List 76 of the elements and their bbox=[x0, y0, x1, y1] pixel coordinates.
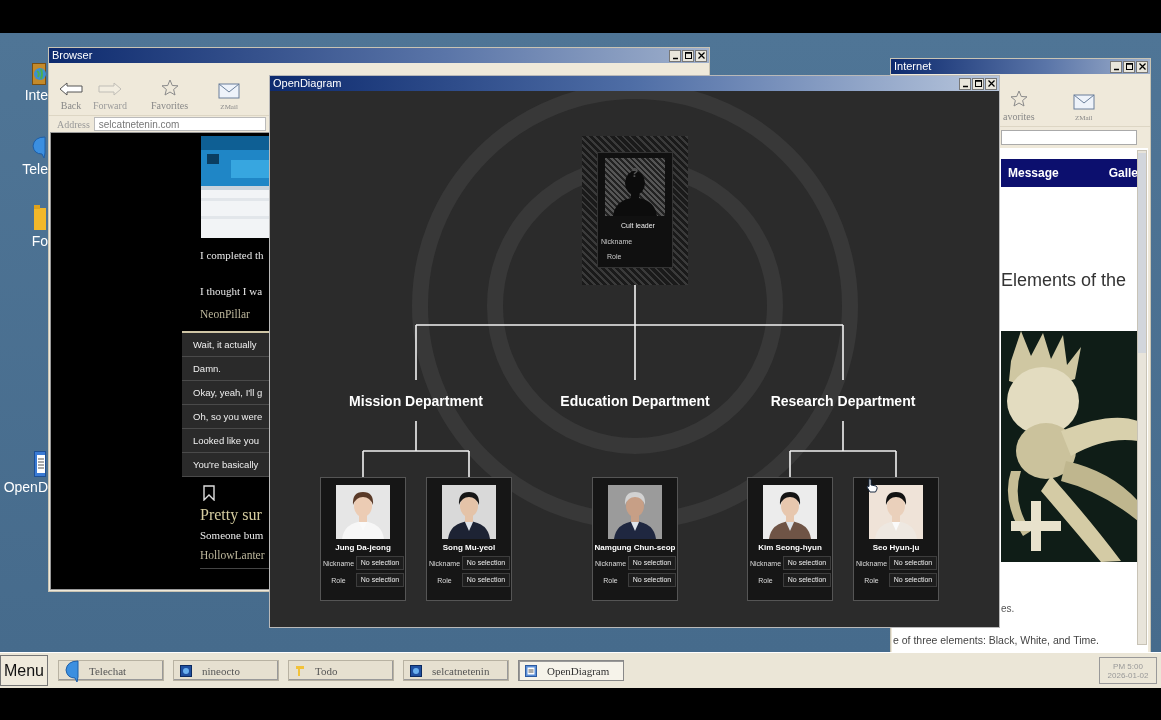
comment-row[interactable]: Oh, so you were bbox=[182, 405, 269, 429]
minimize-button[interactable] bbox=[1110, 60, 1122, 73]
star-icon bbox=[1009, 90, 1028, 107]
maximize-button[interactable] bbox=[1123, 60, 1135, 73]
author-name[interactable]: NeonPillar bbox=[200, 307, 269, 321]
taskbar-button[interactable]: nineocto bbox=[173, 660, 279, 681]
silhouette-icon bbox=[613, 168, 657, 216]
taskbar-button[interactable]: Telechat bbox=[58, 660, 164, 681]
app-icon bbox=[410, 664, 422, 677]
star-icon bbox=[160, 79, 179, 96]
comment-row[interactable]: Okay, yeah, I'll g bbox=[182, 381, 269, 405]
speech-bubble-icon bbox=[32, 135, 46, 159]
caption-text: es. bbox=[1001, 603, 1016, 614]
comment-row[interactable]: Wait, it actually bbox=[182, 333, 269, 357]
person-name: Jung Da-jeong bbox=[335, 543, 391, 553]
maximize-button[interactable] bbox=[682, 49, 694, 62]
icon-label[interactable]: Inte bbox=[24, 87, 48, 103]
comment-row[interactable]: You're basically bbox=[182, 453, 269, 477]
nav-link[interactable]: Galle bbox=[1108, 166, 1138, 180]
maximize-icon bbox=[1124, 62, 1134, 71]
scrollbar[interactable] bbox=[1137, 150, 1147, 645]
window-title: OpenDiagram bbox=[273, 77, 342, 90]
menu-button[interactable]: Menu bbox=[0, 655, 48, 686]
article-heading: Elements of the bbox=[1001, 269, 1128, 291]
globe-icon bbox=[32, 63, 46, 85]
department-label: Education Department bbox=[560, 392, 710, 410]
clock-date: 2026-01-02 bbox=[1107, 670, 1149, 680]
maximize-icon bbox=[683, 51, 693, 60]
document-icon bbox=[34, 451, 46, 477]
person-name: Seo Hyun-ju bbox=[872, 543, 920, 553]
close-button[interactable] bbox=[695, 49, 707, 62]
taskbar-button[interactable]: OpenDiagram bbox=[518, 660, 624, 681]
minimize-button[interactable] bbox=[959, 77, 971, 90]
document-icon bbox=[525, 664, 537, 677]
back-arrow-icon bbox=[59, 82, 83, 96]
post-title[interactable]: Pretty sur bbox=[200, 505, 269, 525]
comment-row[interactable]: Damn. bbox=[182, 357, 269, 381]
note-icon bbox=[295, 664, 305, 677]
body-text: e of three elements: Black, White, and Time. bbox=[892, 634, 1100, 648]
post-text: I completed th bbox=[200, 248, 265, 262]
taskbar-button[interactable]: Todo bbox=[288, 660, 394, 681]
minimize-button[interactable] bbox=[669, 49, 681, 62]
close-icon bbox=[1137, 62, 1147, 71]
icon-label[interactable]: Tele bbox=[22, 161, 48, 177]
folder-icon bbox=[34, 205, 46, 231]
icon-label[interactable]: OpenD bbox=[3, 479, 48, 495]
person-name: Song Mu-yeol bbox=[442, 543, 496, 553]
envelope-icon bbox=[218, 83, 241, 99]
envelope-icon bbox=[1072, 94, 1095, 110]
nav-link[interactable]: Message bbox=[1008, 166, 1059, 180]
post-text: Someone bum bbox=[200, 528, 265, 542]
address-field[interactable] bbox=[1001, 130, 1137, 145]
taskbar-button[interactable]: selcatnetenin bbox=[403, 660, 509, 681]
window-title: Internet bbox=[894, 60, 932, 73]
address-label: Address bbox=[57, 118, 90, 130]
window-title: Browser bbox=[52, 49, 93, 62]
close-icon bbox=[696, 51, 706, 60]
hand-cursor-icon bbox=[866, 478, 878, 493]
person-name: Kim Seong-hyun bbox=[758, 543, 822, 553]
close-icon bbox=[986, 79, 996, 88]
app-icon bbox=[180, 664, 192, 677]
clock-time: PM 5:00 bbox=[1113, 661, 1143, 671]
person-name: Namgung Chun-seop bbox=[594, 543, 676, 553]
comment-row[interactable]: Looked like you bbox=[182, 429, 269, 453]
department-label: Research Department bbox=[770, 392, 916, 410]
speech-bubble-icon bbox=[65, 658, 79, 683]
department-label: Mission Department bbox=[349, 392, 483, 410]
address-field[interactable]: selcatnetenin.com bbox=[93, 117, 266, 131]
maximize-button[interactable] bbox=[972, 77, 984, 90]
bookmark-icon[interactable] bbox=[203, 485, 215, 501]
close-button[interactable] bbox=[985, 77, 997, 90]
icon-label[interactable]: Fo bbox=[31, 233, 48, 249]
forward-arrow-icon bbox=[97, 82, 122, 96]
post-text: I thought I wa bbox=[200, 284, 263, 298]
maximize-icon bbox=[973, 79, 983, 88]
close-button[interactable] bbox=[1136, 60, 1148, 73]
